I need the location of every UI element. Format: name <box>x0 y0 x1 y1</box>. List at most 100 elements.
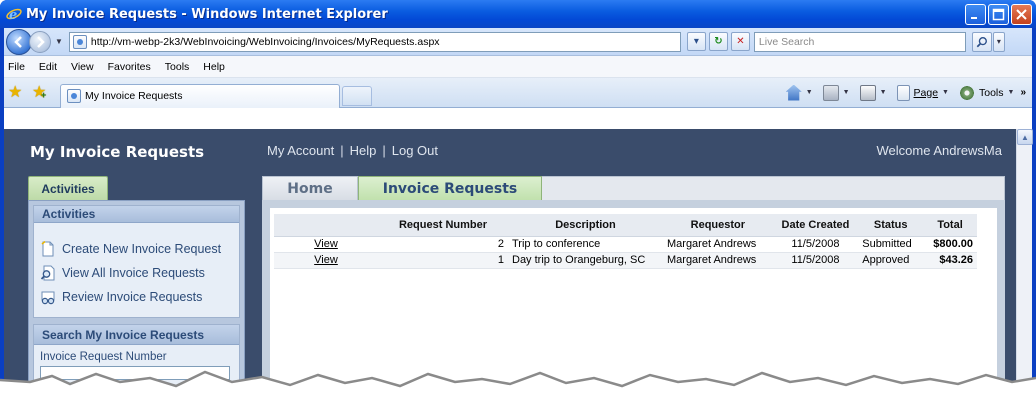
new-tab-button[interactable] <box>342 85 372 106</box>
new-document-icon <box>40 240 56 257</box>
create-invoice-request-label: Create New Invoice Request <box>62 242 222 256</box>
title-bar: e My Invoice Requests - Windows Internet… <box>0 0 1036 28</box>
total-cell: $43.26 <box>923 252 977 269</box>
view-cell: View <box>274 252 378 269</box>
log-out-link[interactable]: Log Out <box>392 143 438 158</box>
view-link[interactable]: View <box>314 254 338 266</box>
home-icon <box>785 84 802 101</box>
review-glasses-icon <box>40 289 56 305</box>
feeds-button[interactable]: ▼ <box>822 84 850 101</box>
menu-file[interactable]: File <box>6 61 25 73</box>
my-account-link[interactable]: My Account <box>267 143 334 158</box>
view-all-invoice-requests-link[interactable]: View All Invoice Requests <box>40 261 239 285</box>
search-button[interactable] <box>971 31 992 52</box>
view-link[interactable]: View <box>314 238 338 250</box>
menu-favorites[interactable]: Favorites <box>106 61 151 73</box>
printer-icon <box>859 84 876 101</box>
forward-button[interactable] <box>29 30 51 53</box>
view-cell: View <box>274 236 378 253</box>
create-invoice-request-link[interactable]: Create New Invoice Request <box>40 237 239 261</box>
review-invoice-requests-label: Review Invoice Requests <box>62 290 203 304</box>
date-created-cell: 11/5/2008 <box>772 236 859 253</box>
column-header-action <box>274 214 378 237</box>
feed-icon <box>822 84 839 101</box>
window-title: My Invoice Requests - Windows Internet E… <box>26 6 388 22</box>
main-tabs: Home Invoice Requests <box>262 176 1005 200</box>
favorites-star-icon[interactable]: ★ <box>8 84 24 101</box>
tab-command-row: ★ ★ My Invoice Requests ▼ ▼ ▼ Page▼ Tool… <box>4 78 1032 108</box>
link-separator: | <box>340 143 344 158</box>
column-header-date-created[interactable]: Date Created <box>772 214 859 237</box>
tab-favicon-icon <box>67 89 81 103</box>
browser-tab[interactable]: My Invoice Requests <box>60 83 340 108</box>
view-all-invoice-requests-label: View All Invoice Requests <box>62 266 205 280</box>
app-title: My Invoice Requests <box>30 143 205 161</box>
add-favorites-icon[interactable]: ★ <box>32 84 48 103</box>
top-nav-links: My Account | Help | Log Out <box>267 143 438 158</box>
url-text: http://vm-webp-2k3/WebInvoicing/WebInvoi… <box>90 35 440 48</box>
column-header-total[interactable]: Total <box>923 214 977 237</box>
magnifier-document-icon <box>40 265 56 281</box>
requestor-cell: Margaret Andrews <box>663 236 773 253</box>
page-menu-button[interactable]: Page ▼ <box>896 84 949 101</box>
search-placeholder: Live Search <box>758 35 815 48</box>
tools-menu-button[interactable]: Tools ▼ <box>958 84 1014 101</box>
search-input[interactable]: Live Search <box>753 31 966 52</box>
gear-icon <box>958 84 975 101</box>
back-arrow-icon <box>14 35 22 48</box>
description-cell: Trip to conference <box>508 236 663 253</box>
history-dropdown-icon[interactable]: ▼ <box>55 37 63 46</box>
ie-logo-icon: e <box>6 6 22 22</box>
request-number-cell: 1 <box>378 252 508 269</box>
home-button[interactable]: ▼ <box>785 84 813 101</box>
menu-tools[interactable]: Tools <box>163 61 190 73</box>
browser-window: e My Invoice Requests - Windows Internet… <box>0 0 1036 402</box>
svg-text:e: e <box>9 8 17 22</box>
page-favicon-icon <box>72 34 87 49</box>
menu-view[interactable]: View <box>69 61 94 73</box>
menu-bar: File Edit View Favorites Tools Help <box>4 56 1032 78</box>
search-options-button[interactable]: ▾ <box>992 31 1005 52</box>
tab-invoice-requests[interactable]: Invoice Requests <box>358 176 542 200</box>
search-icon <box>976 36 987 47</box>
tab-home[interactable]: Home <box>262 176 358 200</box>
search-panel-title: Search My Invoice Requests <box>34 325 239 345</box>
chevron-more-icon[interactable]: » <box>1020 87 1026 98</box>
table-row: View 2 Trip to conference Margaret Andre… <box>274 236 977 253</box>
menu-edit[interactable]: Edit <box>37 61 57 73</box>
table-row: View 1 Day trip to Orangeburg, SC Margar… <box>274 252 977 269</box>
tools-menu-label: Tools <box>978 86 1004 99</box>
scroll-up-arrow-icon[interactable]: ▲ <box>1017 129 1033 145</box>
tab-strip-filler <box>542 176 1005 200</box>
column-header-status[interactable]: Status <box>858 214 924 237</box>
column-header-request-number[interactable]: Request Number <box>378 214 508 237</box>
refresh-button[interactable]: ↻ <box>708 32 728 51</box>
review-invoice-requests-link[interactable]: Review Invoice Requests <box>40 285 239 309</box>
activities-tab[interactable]: Activities <box>28 176 108 200</box>
total-cell: $800.00 <box>923 236 977 253</box>
stop-button[interactable]: ✕ <box>730 32 750 51</box>
close-button[interactable] <box>1011 3 1032 25</box>
browser-tab-title: My Invoice Requests <box>85 90 183 102</box>
welcome-text: Welcome AndrewsMa <box>876 143 1002 158</box>
help-link[interactable]: Help <box>350 143 377 158</box>
page-menu-label: Page <box>913 86 939 99</box>
minimize-button[interactable] <box>965 3 986 25</box>
activities-panel: Activities Create New Invoice Request Vi… <box>33 205 240 318</box>
status-cell: Submitted <box>858 236 924 253</box>
column-header-description[interactable]: Description <box>508 214 663 237</box>
column-header-requestor[interactable]: Requestor <box>663 214 773 237</box>
print-button[interactable]: ▼ <box>859 84 887 101</box>
request-number-cell: 2 <box>378 236 508 253</box>
page-icon <box>896 84 910 101</box>
address-field[interactable]: http://vm-webp-2k3/WebInvoicing/WebInvoi… <box>68 31 681 52</box>
requestor-cell: Margaret Andrews <box>663 252 773 269</box>
activities-panel-title: Activities <box>34 206 239 223</box>
link-separator: | <box>382 143 386 158</box>
activities-list: Create New Invoice Request View All Invo… <box>34 223 239 317</box>
menu-help[interactable]: Help <box>201 61 225 73</box>
address-dropdown-button[interactable]: ▾ <box>686 32 706 51</box>
table-header-row: Request Number Description Requestor Dat… <box>274 214 977 237</box>
maximize-button[interactable] <box>988 3 1009 25</box>
address-row: ▼ http://vm-webp-2k3/WebInvoicing/WebInv… <box>4 28 1032 56</box>
